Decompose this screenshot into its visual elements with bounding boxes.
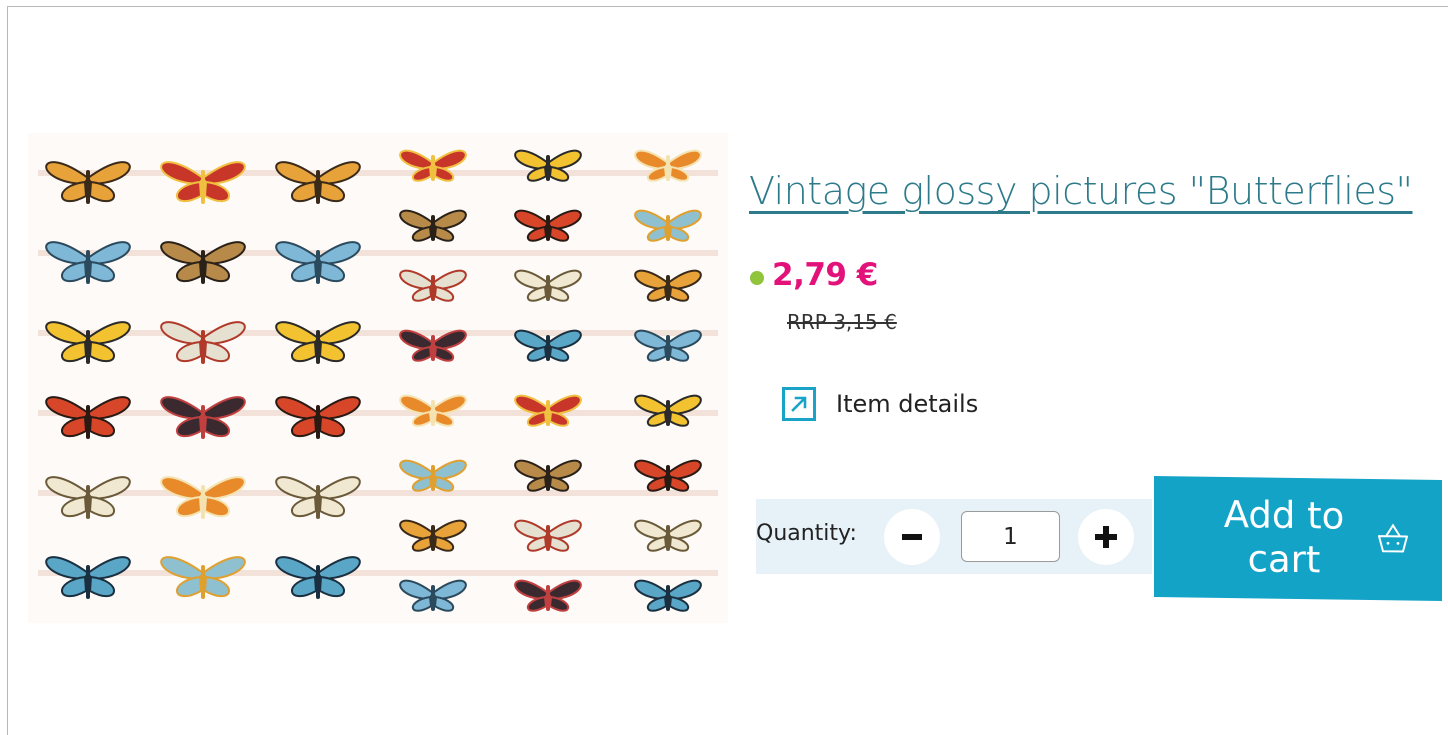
basket-icon: [1378, 523, 1408, 553]
external-link-arrow-icon: [782, 387, 816, 421]
item-details-label: Item details: [836, 390, 979, 418]
recommended-retail-price: RRP 3,15 €: [787, 310, 897, 334]
add-to-cart-button[interactable]: Add to cart: [1154, 476, 1442, 602]
quantity-input[interactable]: [961, 511, 1060, 562]
item-details-link[interactable]: Item details: [782, 387, 978, 421]
product-title-link[interactable]: Vintage glossy pictures "Butterflies": [749, 169, 1413, 213]
price: 2,79 €: [772, 257, 878, 293]
product-image[interactable]: [28, 133, 728, 623]
minus-icon: [902, 534, 922, 540]
product-card: Vintage glossy pictures "Butterflies" 2,…: [7, 6, 1448, 735]
price-row: 2,79 €: [750, 257, 878, 293]
add-to-cart-label: Add to cart: [1223, 492, 1345, 582]
quantity-label: Quantity:: [756, 521, 857, 546]
plus-icon: [1095, 526, 1117, 548]
in-stock-indicator: [750, 271, 764, 285]
decrease-quantity-button[interactable]: [884, 509, 940, 565]
increase-quantity-button[interactable]: [1078, 509, 1134, 565]
quantity-selector: Quantity:: [756, 499, 1152, 574]
butterflies-image: [28, 133, 728, 623]
